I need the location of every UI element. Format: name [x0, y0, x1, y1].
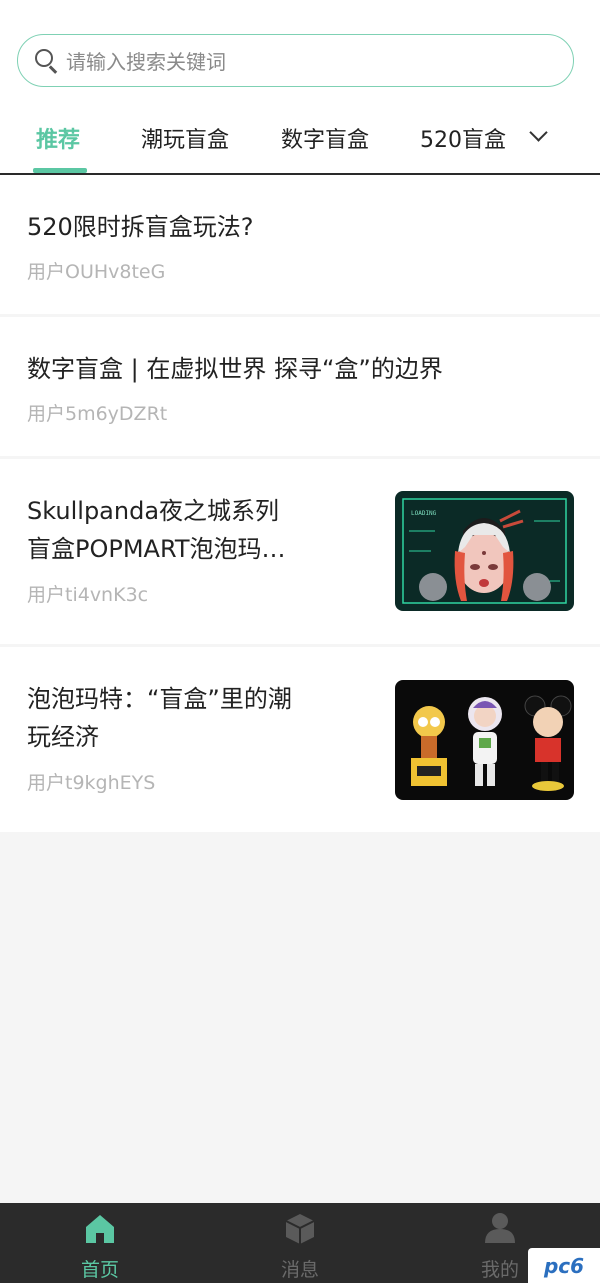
- bottom-navigation: 首页 消息 我的: [0, 1203, 600, 1283]
- article-title-line2: 玩经济: [27, 723, 99, 751]
- article-author: 用户OUHv8teG: [27, 261, 166, 283]
- chevron-down-icon[interactable]: [529, 123, 548, 142]
- tab-520-box[interactable]: 520盲盒: [420, 122, 510, 154]
- home-icon: [86, 1215, 114, 1243]
- article-author: 用户t9kghEYS: [27, 772, 156, 794]
- search-bar[interactable]: 请输入搜索关键词: [17, 34, 574, 87]
- search-input[interactable]: 请输入搜索关键词: [66, 46, 226, 75]
- list-item[interactable]: 520限时拆盲盒玩法? 用户OUHv8teG: [0, 175, 600, 314]
- nav-label: 消息: [280, 1259, 319, 1281]
- list-item[interactable]: 泡泡玛特：“盲盒”里的潮 玩经济 用户t9kghEYS: [0, 647, 600, 832]
- thumb-loading-text: LOADING: [411, 510, 437, 517]
- watermark-logo: pc6: [528, 1248, 600, 1283]
- article-title-line2: 盲盒POPMART泡泡玛…: [27, 535, 286, 563]
- list-item[interactable]: 数字盲盒 | 在虚拟世界 探寻“盒”的边界 用户5m6yDZRt: [0, 317, 600, 456]
- search-icon: [34, 48, 60, 74]
- article-thumbnail[interactable]: LOADING: [395, 491, 574, 611]
- list-item[interactable]: Skullpanda夜之城系列 盲盒POPMART泡泡玛… 用户ti4vnK3c…: [0, 459, 600, 644]
- article-thumbnail[interactable]: [395, 680, 574, 800]
- article-title-line1: Skullpanda夜之城系列: [27, 497, 280, 525]
- nav-label: 首页: [80, 1259, 119, 1281]
- tab-trendy-toy-box[interactable]: 潮玩盲盒: [141, 122, 229, 154]
- article-title: 520限时拆盲盒玩法?: [27, 213, 254, 241]
- category-tabs: 推荐 潮玩盲盒 数字盲盒 520盲盒: [0, 112, 600, 174]
- cube-icon: [285, 1214, 315, 1244]
- tab-digital-box[interactable]: 数字盲盒: [281, 122, 369, 154]
- tab-recommend[interactable]: 推荐: [36, 122, 80, 154]
- header: 请输入搜索关键词 推荐 潮玩盲盒 数字盲盒 520盲盒: [0, 0, 600, 175]
- article-author: 用户ti4vnK3c: [27, 584, 149, 606]
- article-title-line1: 泡泡玛特：“盲盒”里的潮: [27, 685, 292, 713]
- article-title: 数字盲盒 | 在虚拟世界 探寻“盒”的边界: [27, 355, 443, 383]
- toy-figures-image: [395, 680, 574, 800]
- nav-messages[interactable]: 消息: [250, 1203, 350, 1283]
- nav-home[interactable]: 首页: [50, 1203, 150, 1283]
- user-icon: [485, 1213, 515, 1243]
- skullpanda-image: LOADING: [395, 491, 574, 611]
- article-author: 用户5m6yDZRt: [27, 403, 168, 425]
